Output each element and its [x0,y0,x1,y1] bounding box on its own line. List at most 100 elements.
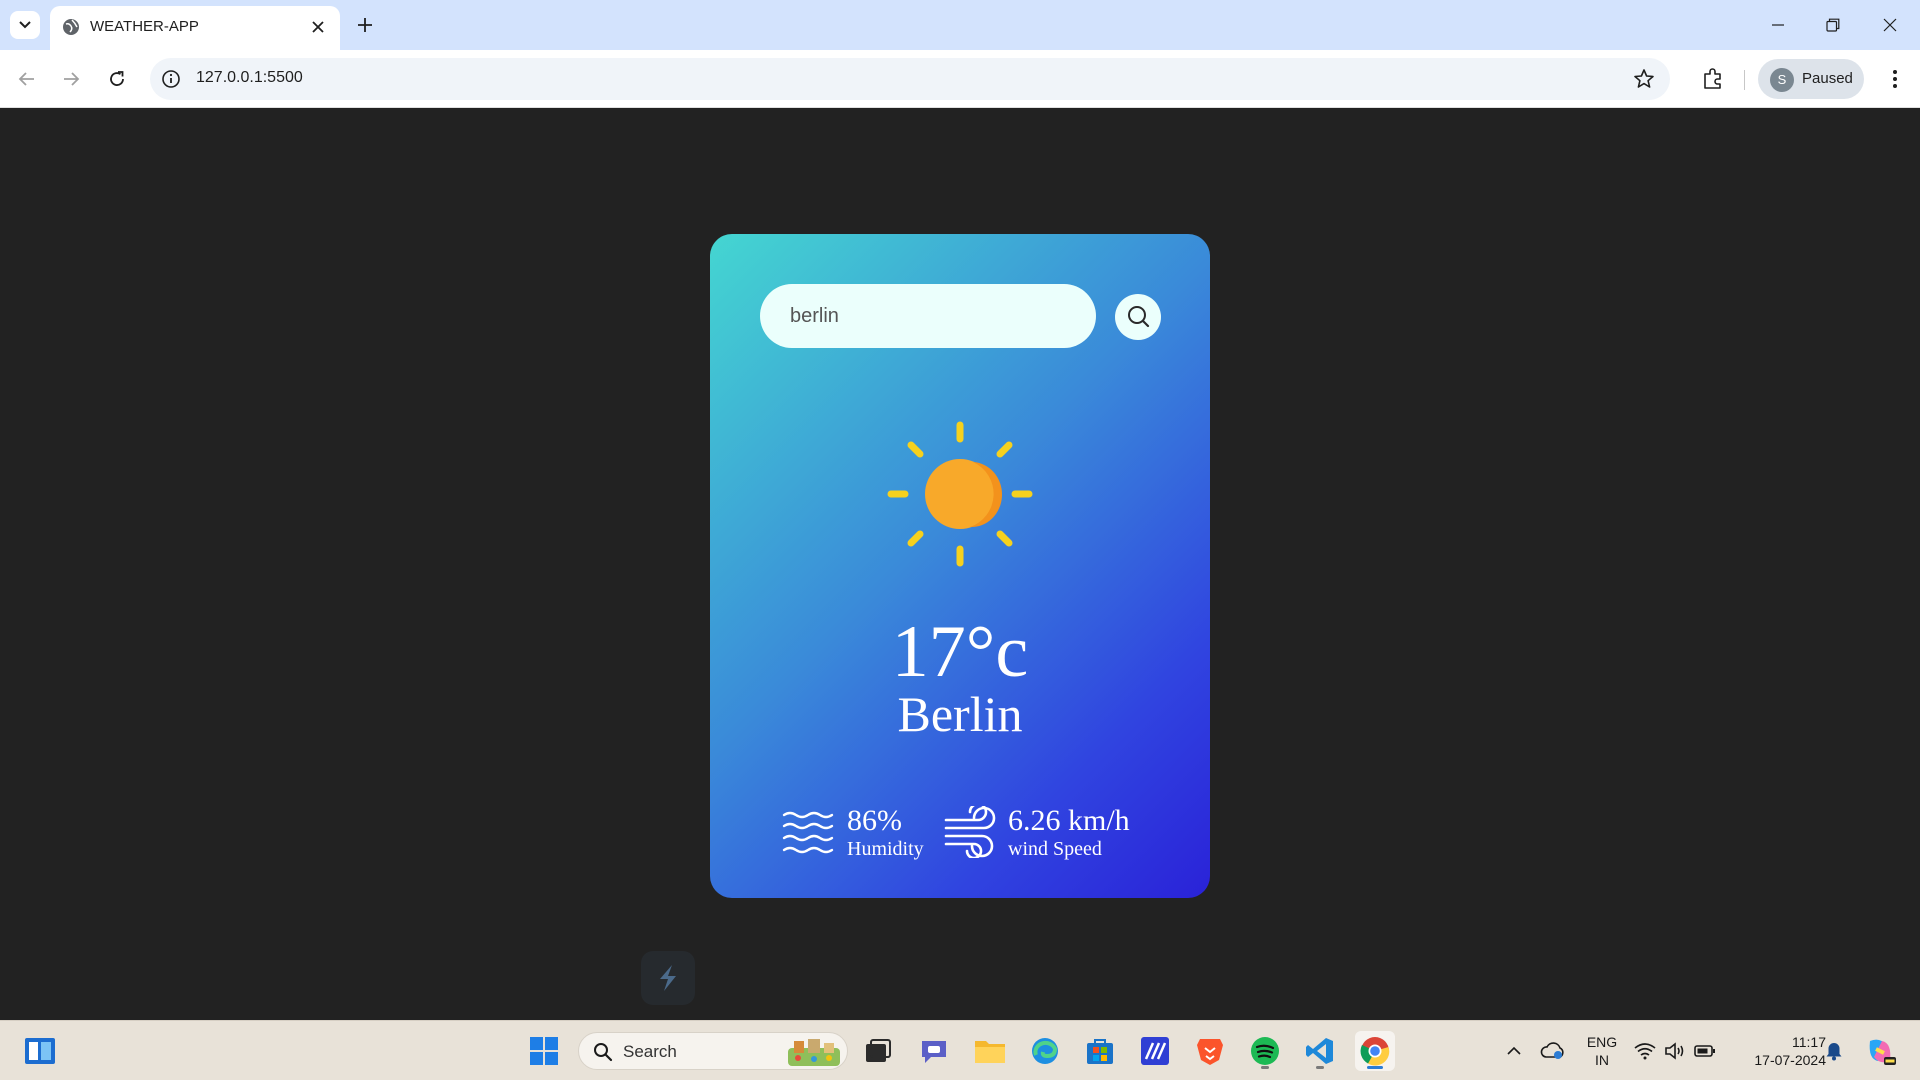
battery-button[interactable] [1688,1031,1722,1071]
app-button-blue[interactable] [1135,1031,1175,1071]
wifi-button[interactable] [1628,1031,1662,1071]
windows-logo-icon [530,1037,558,1065]
city-name: Berlin [897,686,1023,742]
restore-button[interactable] [1813,10,1853,40]
running-indicator [1316,1066,1324,1069]
language-indicator[interactable]: ENG IN [1580,1033,1624,1069]
cloud-sync-icon [1540,1042,1564,1059]
close-icon [1883,18,1897,32]
restore-icon [1826,18,1840,32]
chrome-icon [1360,1037,1390,1066]
region-code: IN [1595,1052,1609,1068]
taskbar-search-label: Search [623,1042,677,1061]
brave-button[interactable] [1190,1031,1230,1071]
wind-speed-label: wind Speed [1008,838,1102,860]
browser-menu-button[interactable] [1880,64,1910,94]
browser-toolbar: 127.0.0.1:5500 S Paused [0,50,1920,108]
reload-button[interactable] [102,64,132,94]
clock[interactable]: 11:17 17-07-2024 [1730,1033,1826,1069]
start-button[interactable] [524,1031,564,1071]
temperature: 17°c [891,611,1029,693]
clock-time: 11:17 [1792,1034,1826,1050]
globe-icon [63,19,79,35]
search-icon [1128,306,1150,328]
wifi-icon [1634,1043,1656,1060]
wind-icon [944,806,996,858]
new-tab-button[interactable] [352,12,378,38]
widgets-icon [25,1038,55,1064]
close-icon [312,21,324,33]
edge-browser-icon [1032,1038,1058,1064]
tab-weather-app[interactable]: WEATHER-APP [50,6,340,50]
edge-button[interactable] [1025,1031,1065,1071]
task-view-button[interactable] [858,1031,898,1071]
show-hidden-icons-button[interactable] [1494,1031,1534,1071]
chat-icon [922,1041,946,1063]
brave-lion-icon [1197,1039,1223,1065]
humidity-value: 86% [847,804,902,837]
profile-button[interactable]: S Paused [1758,59,1864,99]
file-explorer-button[interactable] [970,1031,1010,1071]
taskbar-search-box[interactable]: Search [578,1032,848,1070]
arrow-left-icon [18,72,34,86]
teams-chat-button[interactable] [914,1031,954,1071]
reload-icon [110,71,124,86]
copilot-icon [1869,1039,1896,1065]
sun-icon [887,421,1033,567]
humidity-label: Humidity [847,838,924,860]
search-icon [594,1043,613,1062]
vscode-icon [1306,1038,1333,1064]
city-search-input[interactable] [760,284,1096,348]
url-text[interactable]: 127.0.0.1:5500 [196,69,303,87]
bolt-icon [660,965,676,991]
bookmark-star-icon[interactable] [1632,67,1656,91]
tab-title: WEATHER-APP [90,18,199,35]
microsoft-store-button[interactable] [1080,1031,1120,1071]
volume-button[interactable] [1658,1031,1692,1071]
folder-icon [975,1041,1005,1063]
floating-extension-button[interactable] [641,951,695,1005]
humidity-waves-icon [782,811,834,854]
minimize-button[interactable] [1758,10,1798,40]
wind-speed-value: 6.26 km/h [1008,804,1130,837]
running-indicator [1261,1066,1269,1069]
arrow-right-icon [64,72,80,86]
page-viewport: 17°c Berlin 86% Humidity 6.26 km/h wind … [0,109,1920,1020]
chevron-up-icon [1507,1046,1521,1055]
site-info-icon[interactable] [160,68,182,90]
onedrive-button[interactable] [1533,1031,1573,1071]
search-button[interactable] [1115,294,1161,340]
profile-status: Paused [1802,70,1853,87]
taskbar: Search ENG IN 11:17 17-07-2024 [0,1020,1920,1080]
language-code: ENG [1586,1034,1618,1050]
battery-icon [1694,1045,1715,1057]
volume-icon [1665,1042,1684,1060]
task-view-icon [866,1039,891,1062]
bell-icon [1826,1043,1842,1061]
notifications-button[interactable] [1816,1031,1852,1071]
spotify-icon [1251,1037,1279,1065]
weather-card: 17°c Berlin 86% Humidity 6.26 km/h wind … [710,234,1210,898]
vscode-button[interactable] [1300,1031,1340,1071]
active-indicator [1367,1066,1383,1069]
copilot-button[interactable] [1860,1031,1900,1071]
tab-close-button[interactable] [308,17,328,37]
search-highlight-illustration-icon [788,1039,840,1066]
slash-app-icon [1141,1037,1169,1065]
forward-button[interactable] [56,64,86,94]
tab-strip: WEATHER-APP [0,0,1920,50]
close-window-button[interactable] [1870,10,1910,40]
plus-icon [358,18,372,32]
back-button[interactable] [12,64,42,94]
address-bar[interactable]: 127.0.0.1:5500 [150,58,1670,100]
spotify-button[interactable] [1245,1031,1285,1071]
minimize-icon [1772,24,1784,26]
widgets-button[interactable] [20,1031,60,1071]
toolbar-divider [1744,70,1745,90]
clock-date: 17-07-2024 [1754,1052,1826,1068]
extensions-icon[interactable] [1698,64,1728,94]
chrome-button[interactable] [1355,1031,1395,1071]
store-icon [1087,1039,1113,1064]
more-vertical-icon [1893,70,1897,88]
tab-search-button[interactable] [10,11,40,39]
